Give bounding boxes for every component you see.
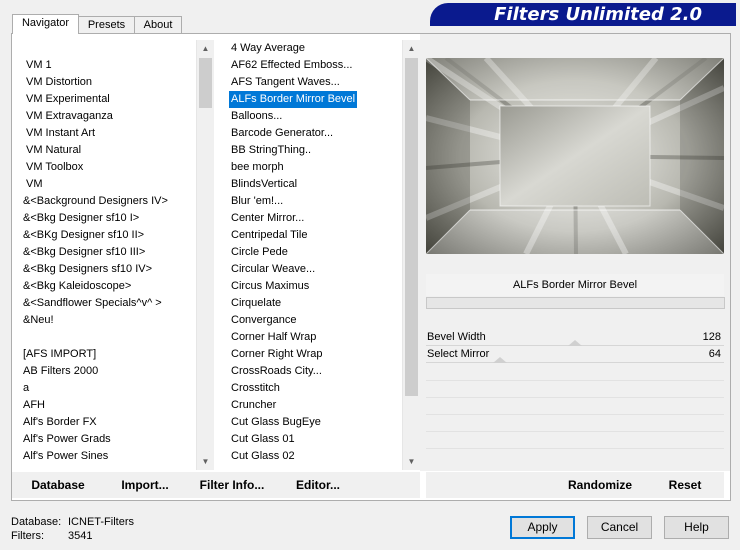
filter-item[interactable]: bee morph bbox=[229, 159, 286, 176]
filter-preview-image bbox=[426, 58, 724, 254]
category-scroll-thumb[interactable] bbox=[199, 58, 212, 108]
filters-count-value: 3541 bbox=[68, 530, 93, 542]
filter-item[interactable]: Centripedal Tile bbox=[229, 227, 309, 244]
slider-track[interactable] bbox=[426, 362, 724, 363]
filter-item[interactable]: Cruncher bbox=[229, 397, 278, 414]
category-item[interactable]: &<Background Designers IV> bbox=[21, 193, 170, 210]
category-item[interactable]: &Neu! bbox=[21, 312, 56, 329]
param-label: Bevel Width bbox=[427, 331, 486, 343]
param-bevel-width-slider[interactable]: Bevel Width 128 bbox=[426, 329, 724, 346]
category-item[interactable]: [AFS IMPORT] bbox=[21, 346, 98, 363]
category-item[interactable]: AFH bbox=[21, 397, 47, 414]
filter-item[interactable]: Circular Weave... bbox=[229, 261, 317, 278]
filter-item[interactable]: Barcode Generator... bbox=[229, 125, 335, 142]
filter-item[interactable]: Circus Maximus bbox=[229, 278, 311, 295]
filter-item[interactable]: AF62 Effected Emboss... bbox=[229, 57, 354, 74]
filter-item[interactable]: Cut Glass 01 bbox=[229, 431, 297, 448]
slider-thumb-icon[interactable] bbox=[493, 357, 507, 363]
param-row-empty bbox=[426, 431, 724, 432]
filter-item[interactable]: Circle Pede bbox=[229, 244, 290, 261]
scroll-up-arrow-icon[interactable]: ▲ bbox=[197, 40, 214, 57]
help-button[interactable]: Help bbox=[664, 516, 729, 539]
scroll-down-arrow-icon[interactable]: ▼ bbox=[403, 453, 420, 470]
tab-presets[interactable]: Presets bbox=[78, 16, 135, 33]
filter-item[interactable]: Blur 'em!... bbox=[229, 193, 285, 210]
randomize-button[interactable]: Randomize bbox=[562, 474, 638, 496]
category-list[interactable]: VM 1 VM Distortion VM Experimental VM Extra… bbox=[18, 40, 196, 470]
category-item[interactable]: &<Sandflower Specials^v^ > bbox=[21, 295, 164, 312]
category-item[interactable]: &<Bkg Designer sf10 I> bbox=[21, 210, 141, 227]
category-scrollbar[interactable]: ▲ ▼ bbox=[196, 40, 214, 470]
filter-item[interactable]: Cirquelate bbox=[229, 295, 283, 312]
category-item[interactable]: VM Extravaganza bbox=[24, 108, 115, 125]
category-item[interactable]: &<Bkg Designers sf10 IV> bbox=[21, 261, 154, 278]
param-row-empty bbox=[426, 448, 724, 449]
filter-scrollbar[interactable]: ▲ ▼ bbox=[402, 40, 420, 470]
filter-item-selected[interactable]: ALFs Border Mirror Bevel bbox=[227, 90, 359, 109]
category-item[interactable]: AB Filters 2000 bbox=[21, 363, 100, 380]
database-label: Database: bbox=[11, 516, 62, 528]
param-select-mirror-slider[interactable]: Select Mirror 64 bbox=[426, 346, 724, 363]
import-button[interactable]: Import... bbox=[114, 474, 176, 496]
filter-item[interactable]: Center Mirror... bbox=[229, 210, 306, 227]
apply-button[interactable]: Apply bbox=[510, 516, 575, 539]
category-item[interactable]: &<Bkg Designer sf10 III> bbox=[21, 244, 147, 261]
filter-scroll-thumb[interactable] bbox=[405, 58, 418, 396]
filter-item[interactable]: Balloons... bbox=[229, 108, 284, 125]
database-info: Database: ICNET-Filters Filters: 3541 bbox=[11, 515, 134, 543]
filter-info-button[interactable]: Filter Info... bbox=[196, 474, 268, 496]
filter-item[interactable]: Cut Glass 02 bbox=[229, 448, 297, 465]
param-value: 128 bbox=[702, 331, 721, 343]
filter-item[interactable]: Corner Half Wrap bbox=[229, 329, 318, 346]
param-row-empty bbox=[426, 397, 724, 398]
param-value: 64 bbox=[708, 348, 721, 360]
param-label: Select Mirror bbox=[427, 348, 490, 360]
editor-button[interactable]: Editor... bbox=[290, 474, 346, 496]
filter-item[interactable]: CrossRoads City... bbox=[229, 363, 324, 380]
category-item[interactable]: VM 1 bbox=[24, 57, 54, 74]
filter-item[interactable]: BlindsVertical bbox=[229, 176, 299, 193]
filter-item[interactable]: Corner Right Wrap bbox=[229, 346, 325, 363]
category-item[interactable]: Alf's Border FX bbox=[21, 414, 99, 431]
tab-about[interactable]: About bbox=[134, 16, 182, 33]
param-row-empty bbox=[426, 414, 724, 415]
filter-info-bar bbox=[426, 297, 725, 309]
selected-filter-name: ALFs Border Mirror Bevel bbox=[426, 274, 724, 296]
category-item[interactable]: &<BKg Designer sf10 II> bbox=[21, 227, 146, 244]
category-item[interactable]: &<Bkg Kaleidoscope> bbox=[21, 278, 133, 295]
filter-item[interactable]: 4 Way Average bbox=[229, 40, 307, 57]
category-item[interactable]: VM bbox=[24, 176, 45, 193]
category-item[interactable]: VM Toolbox bbox=[24, 159, 85, 176]
filter-item[interactable]: Convergance bbox=[229, 312, 298, 329]
category-item[interactable]: VM Natural bbox=[24, 142, 83, 159]
reset-button[interactable]: Reset bbox=[660, 474, 710, 496]
scroll-up-arrow-icon[interactable]: ▲ bbox=[403, 40, 420, 57]
category-item[interactable]: a bbox=[21, 380, 31, 397]
filter-item[interactable]: Crosstitch bbox=[229, 380, 282, 397]
category-item[interactable]: Alf's Power Sines bbox=[21, 448, 110, 465]
scroll-down-arrow-icon[interactable]: ▼ bbox=[197, 453, 214, 470]
category-item[interactable]: VM Distortion bbox=[24, 74, 94, 91]
filter-item[interactable]: Cut Glass BugEye bbox=[229, 414, 323, 431]
tab-navigator[interactable]: Navigator bbox=[12, 14, 79, 34]
filter-item[interactable]: BB StringThing.. bbox=[229, 142, 313, 159]
category-item[interactable]: VM Experimental bbox=[24, 91, 112, 108]
app-title-banner: Filters Unlimited 2.0 bbox=[430, 3, 736, 26]
filters-count-label: Filters: bbox=[11, 530, 44, 542]
category-item[interactable]: Alf's Power Grads bbox=[21, 431, 113, 448]
category-item[interactable]: VM Instant Art bbox=[24, 125, 97, 142]
filter-list[interactable]: 4 Way Average AF62 Effected Emboss... AFS … bbox=[227, 40, 402, 470]
database-button[interactable]: Database bbox=[22, 474, 94, 496]
filter-item[interactable]: AFS Tangent Waves... bbox=[229, 74, 342, 91]
cancel-button[interactable]: Cancel bbox=[587, 516, 652, 539]
database-value: ICNET-Filters bbox=[68, 516, 134, 528]
param-row-empty bbox=[426, 380, 724, 381]
